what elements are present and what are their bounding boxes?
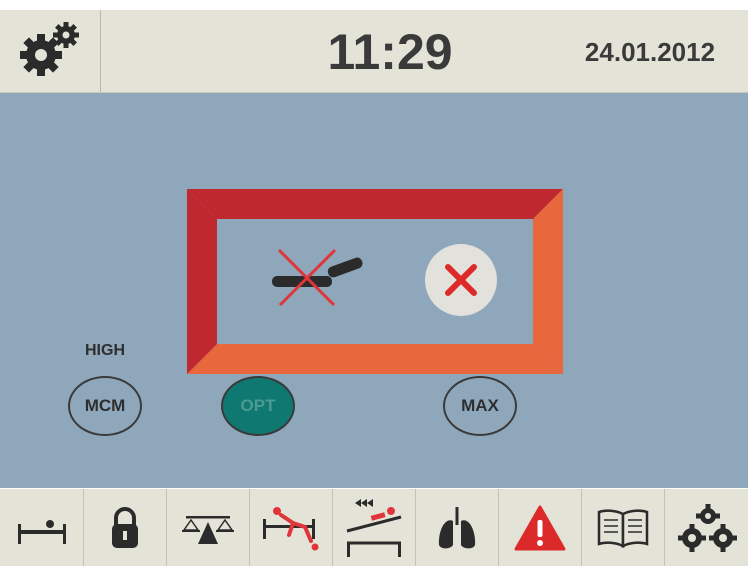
- mattress-level-label: HIGH: [85, 342, 125, 359]
- mode-mcm-button[interactable]: MCM: [68, 376, 142, 436]
- bottom-toolbar: [0, 489, 748, 566]
- toolbar-warning-button[interactable]: [498, 489, 581, 566]
- bed-control-screen: 11:29 24.01.2012 HIGH MCM OPT MAX: [0, 0, 748, 566]
- lungs-icon: [435, 505, 479, 551]
- settings-gears-icon: [675, 502, 737, 554]
- mode-max-button[interactable]: MAX: [443, 376, 517, 436]
- main-panel: HIGH MCM OPT MAX: [0, 93, 748, 488]
- toolbar-settings-button[interactable]: [664, 489, 747, 566]
- lock-icon: [105, 505, 145, 551]
- scale-icon: [178, 508, 238, 548]
- toolbar-bed-flat-button[interactable]: [0, 489, 83, 566]
- bed-flat-icon: [12, 508, 72, 548]
- close-x-icon[interactable]: [425, 244, 497, 316]
- manual-book-icon: [593, 506, 653, 550]
- header-bar: 11:29 24.01.2012: [0, 10, 748, 93]
- alert-dialog: [187, 189, 563, 379]
- patient-fall-icon: [259, 503, 323, 553]
- warning-icon: [514, 504, 566, 552]
- toolbar-scale-button[interactable]: [166, 489, 249, 566]
- toolbar-lock-button[interactable]: [83, 489, 166, 566]
- clock-date: 24.01.2012: [584, 37, 716, 67]
- clock-time: 11:29: [327, 24, 453, 80]
- toolbar-trendelenburg-button[interactable]: [332, 489, 415, 566]
- gears-icon: [17, 21, 83, 82]
- trendelenburg-icon: [341, 497, 407, 559]
- settings-button[interactable]: [0, 10, 101, 92]
- toolbar-patient-fall-button[interactable]: [249, 489, 332, 566]
- toolbar-lungs-button[interactable]: [415, 489, 498, 566]
- toolbar-manual-button[interactable]: [581, 489, 664, 566]
- mode-opt-button[interactable]: OPT: [221, 376, 295, 436]
